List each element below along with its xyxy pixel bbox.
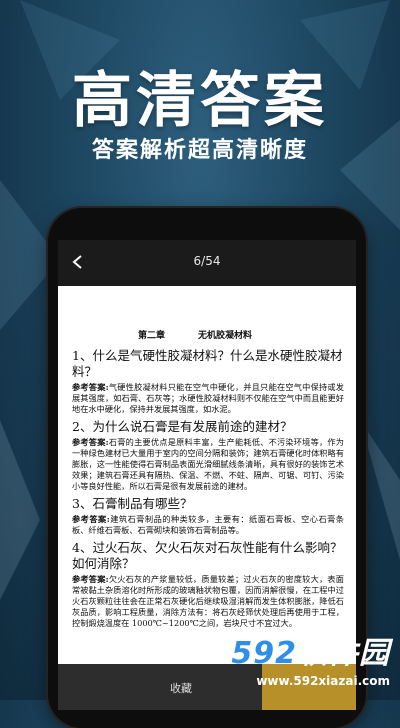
favorite-label: 收藏 bbox=[170, 682, 192, 695]
chapter-number: 第二章 bbox=[138, 331, 166, 341]
answer-text: 石膏的主要优点是原料丰富，生产能耗低、不污染环境等，作为一种绿色建材已大量用于室… bbox=[72, 437, 344, 491]
answer-label: 参考答案: bbox=[72, 382, 109, 392]
document-content: 1、什么是气硬性胶凝材料？什么是水硬性胶凝材料？ 参考答案:气硬性胶凝材料只能在… bbox=[72, 344, 344, 633]
answer-label: 参考答案: bbox=[72, 437, 109, 447]
answer-4: 参考答案:欠火石灰的产浆量较低，质量较差；过火石灰的密度较大，表面常被黏土杂质溶… bbox=[72, 574, 344, 629]
question-4: 4、过火石灰、欠火石灰对石灰性能有什么影响？如何消除？ bbox=[72, 540, 343, 571]
hero-title: 高清答案 bbox=[72, 66, 328, 136]
hero-subtitle: 答案解析超高清晰度 bbox=[91, 138, 308, 163]
watermark: 592软件园 www.592xiazai.com bbox=[196, 628, 400, 700]
answer-text: 气硬性胶凝材料只能在空气中硬化，并且只能在空气中保持或发展其强度，如石膏、石灰等… bbox=[72, 382, 344, 414]
reader-topbar: 6/54 bbox=[58, 240, 356, 286]
answer-text: 建筑石膏制品的种类较多，主要有：纸面石膏板、空心石膏条板、纤维石膏板、石膏砌块和… bbox=[72, 514, 344, 535]
watermark-brand: 592软件园 bbox=[231, 628, 390, 672]
watermark-digits: 592 bbox=[231, 636, 297, 671]
page-counter: 6/54 bbox=[193, 254, 221, 268]
answer-1: 参考答案:气硬性胶凝材料只能在空气中硬化，并且只能在空气中保持或发展其强度，如石… bbox=[72, 382, 344, 415]
answer-label: 参考答案: bbox=[72, 514, 110, 524]
answer-2: 参考答案:石膏的主要优点是原料丰富，生产能耗低、不污染环境等，作为一种绿色建材已… bbox=[72, 437, 344, 492]
question-2: 2、为什么说石膏是有发展前途的建材？ bbox=[72, 419, 293, 434]
question-3: 3、石膏制品有哪些？ bbox=[72, 496, 193, 511]
question-1: 1、什么是气硬性胶凝材料？什么是水硬性胶凝材料？ bbox=[72, 348, 343, 379]
watermark-url: www.592xiazai.com bbox=[256, 674, 390, 688]
answer-3: 参考答案:建筑石膏制品的种类较多，主要有：纸面石膏板、空心石膏条板、纤维石膏板、… bbox=[72, 514, 344, 536]
answer-text: 欠火石灰的产浆量较低，质量较差；过火石灰的密度较大，表面常被黏土杂质溶化时所形成… bbox=[72, 574, 344, 628]
answer-label: 参考答案: bbox=[72, 574, 109, 584]
watermark-text: 软件园 bbox=[297, 636, 390, 671]
chapter-title: 无机胶凝材料 bbox=[198, 331, 253, 341]
